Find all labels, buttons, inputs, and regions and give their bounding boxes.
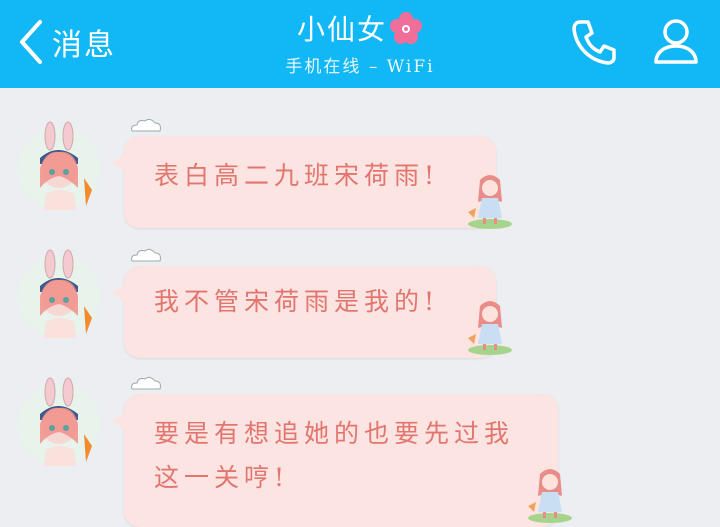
chat-header: 消息 小仙女 手机在线 – WiFi <box>0 0 720 88</box>
message-text-line2: 这一关哼! <box>154 463 290 492</box>
message-bubble[interactable]: 要是有想追她的也要先过我 这一关哼! <box>112 394 572 527</box>
cloud-icon <box>131 248 161 262</box>
message-bubble[interactable]: 我不管宋荷雨是我的! <box>112 266 512 358</box>
bubble-tail <box>112 284 125 302</box>
chevron-left-icon <box>20 20 42 64</box>
back-button[interactable]: 消息 <box>16 14 136 70</box>
profile-button[interactable] <box>648 14 704 70</box>
bubble-tail <box>112 154 125 172</box>
message-text: 表白高二九班宋荷雨! <box>154 161 440 190</box>
message-bubble[interactable]: 表白高二九班宋荷雨! <box>112 136 512 229</box>
cloud-icon <box>131 376 161 390</box>
message-text: 我不管宋荷雨是我的! <box>154 287 440 316</box>
avatar[interactable] <box>18 377 100 466</box>
back-label: 消息 <box>52 28 116 63</box>
bubble-tail <box>112 412 125 430</box>
message-text-line1: 要是有想追她的也要先过我 <box>154 419 515 448</box>
call-button[interactable] <box>566 14 622 70</box>
contact-info[interactable]: 小仙女 手机在线 – WiFi <box>200 8 520 77</box>
online-status: 手机在线 – WiFi <box>285 57 435 77</box>
chat-area[interactable]: 表白高二九班宋荷雨! 我不管宋荷雨是我的! 要是有想追她的也要先过我 这一关哼! <box>0 88 720 527</box>
flower-icon <box>390 12 422 44</box>
chibi-girl-sticker <box>468 301 512 355</box>
chibi-girl-sticker <box>468 175 512 229</box>
chibi-girl-sticker <box>528 469 572 523</box>
phone-icon <box>572 20 616 65</box>
person-icon <box>654 19 698 64</box>
cloud-icon <box>131 118 161 132</box>
avatar[interactable] <box>18 249 100 338</box>
avatar[interactable] <box>18 121 100 210</box>
contact-name: 小仙女 <box>296 13 387 46</box>
